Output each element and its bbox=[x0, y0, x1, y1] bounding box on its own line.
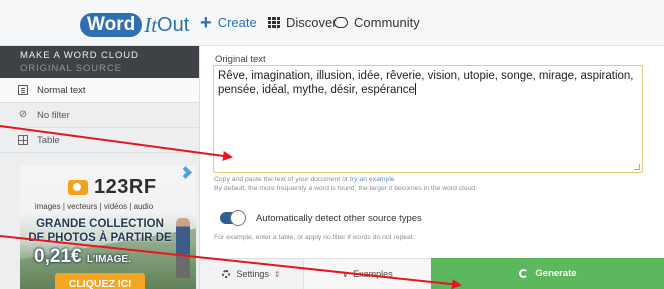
ad-choices-icon[interactable] bbox=[179, 166, 192, 179]
grid-icon bbox=[268, 17, 280, 28]
original-text-value: Rêve, imagination, illusion, idée, rêver… bbox=[218, 70, 634, 96]
top-navigation-bar: Word It Out + Create Discover Community bbox=[0, 0, 664, 46]
resize-handle-icon[interactable] bbox=[634, 164, 640, 170]
page: Word It Out + Create Discover Community … bbox=[0, 0, 664, 289]
logo-word: Word bbox=[80, 13, 143, 37]
source-option-label: No filter bbox=[37, 109, 70, 121]
examples-label: Examples bbox=[353, 269, 393, 279]
chat-bubble-icon bbox=[334, 17, 348, 28]
auto-detect-toggle[interactable] bbox=[220, 210, 246, 226]
nav-community[interactable]: Community bbox=[334, 15, 420, 30]
camera-icon bbox=[68, 180, 88, 195]
plus-icon: + bbox=[200, 11, 212, 34]
settings-label: Settings bbox=[236, 269, 269, 279]
refresh-icon bbox=[519, 269, 529, 278]
nav-discover-label: Discover bbox=[286, 15, 337, 30]
source-option-normal-text[interactable]: Normal text bbox=[0, 78, 199, 103]
source-option-no-filter[interactable]: ⊘ No filter bbox=[0, 103, 199, 128]
sidebar-subtitle: ORIGINAL SOURCE bbox=[20, 63, 122, 74]
filter-off-icon: ⊘ bbox=[18, 109, 28, 120]
source-option-label: Normal text bbox=[37, 84, 86, 96]
source-option-label: Table bbox=[37, 134, 60, 146]
nav-create-label: Create bbox=[217, 15, 257, 30]
table-help-text: For example, enter a table, or apply no … bbox=[214, 234, 415, 241]
chevron-down-icon: ∨ bbox=[342, 269, 349, 279]
frequency-help-text: By default, the more frequently a word i… bbox=[214, 185, 477, 192]
gear-icon bbox=[222, 270, 231, 278]
ad-headline-1: GRANDE COLLECTION bbox=[36, 218, 164, 230]
ad-cta-button[interactable]: CLIQUEZ ICI bbox=[55, 273, 145, 289]
ad-logo: 123RF bbox=[68, 176, 157, 199]
ad-price-suffix: L'IMAGE. bbox=[86, 254, 131, 265]
action-bar: Settings ⇕ ∨ Examples Generate bbox=[200, 258, 664, 289]
try-example-link[interactable]: try an example bbox=[350, 176, 395, 183]
table-icon bbox=[18, 135, 28, 145]
ad-brand: 123RF bbox=[94, 176, 157, 198]
ad-tagline: images | vecteurs | vidéos | audio bbox=[34, 202, 154, 211]
generate-label: Generate bbox=[535, 268, 577, 279]
logo-out: Out bbox=[157, 13, 190, 36]
ad-headline-2: DE PHOTOS À PARTIR DE bbox=[28, 232, 172, 244]
document-icon bbox=[18, 85, 28, 95]
ad-hiker-figure bbox=[176, 218, 190, 278]
sidebar-header: MAKE A WORD CLOUD ORIGINAL SOURCE bbox=[0, 46, 199, 78]
nav-create[interactable]: + Create bbox=[200, 11, 257, 34]
auto-detect-toggle-row[interactable]: Automatically detect other source types bbox=[220, 210, 422, 226]
logo-it: It bbox=[144, 12, 158, 37]
toggle-knob bbox=[230, 210, 246, 226]
text-caret bbox=[414, 83, 416, 95]
chevron-down-icon: ⇕ bbox=[273, 269, 281, 279]
paste-help-text: Copy and paste the text of your document… bbox=[214, 176, 395, 183]
nav-discover[interactable]: Discover bbox=[268, 15, 337, 30]
examples-button[interactable]: ∨ Examples bbox=[303, 258, 431, 289]
source-option-table[interactable]: Table bbox=[0, 128, 199, 153]
sidebar-title: MAKE A WORD CLOUD bbox=[20, 50, 139, 61]
ad-price-value: 0,21€ bbox=[34, 246, 82, 267]
wordItOut-logo[interactable]: Word It Out bbox=[80, 11, 189, 39]
paste-help-prefix: Copy and paste the text of your document… bbox=[214, 176, 349, 183]
generate-button[interactable]: Generate bbox=[431, 258, 664, 289]
ad-price: 0,21€ L'IMAGE. bbox=[34, 246, 131, 268]
text-editor-panel: Original text Rêve, imagination, illusio… bbox=[199, 46, 664, 289]
advertisement-banner[interactable]: 123RF images | vecteurs | vidéos | audio… bbox=[20, 166, 196, 289]
nav-community-label: Community bbox=[354, 15, 420, 30]
settings-button[interactable]: Settings ⇕ bbox=[200, 258, 303, 289]
original-text-label: Original text bbox=[215, 54, 266, 65]
auto-detect-label: Automatically detect other source types bbox=[256, 212, 422, 224]
original-text-input[interactable]: Rêve, imagination, illusion, idée, rêver… bbox=[213, 65, 643, 173]
